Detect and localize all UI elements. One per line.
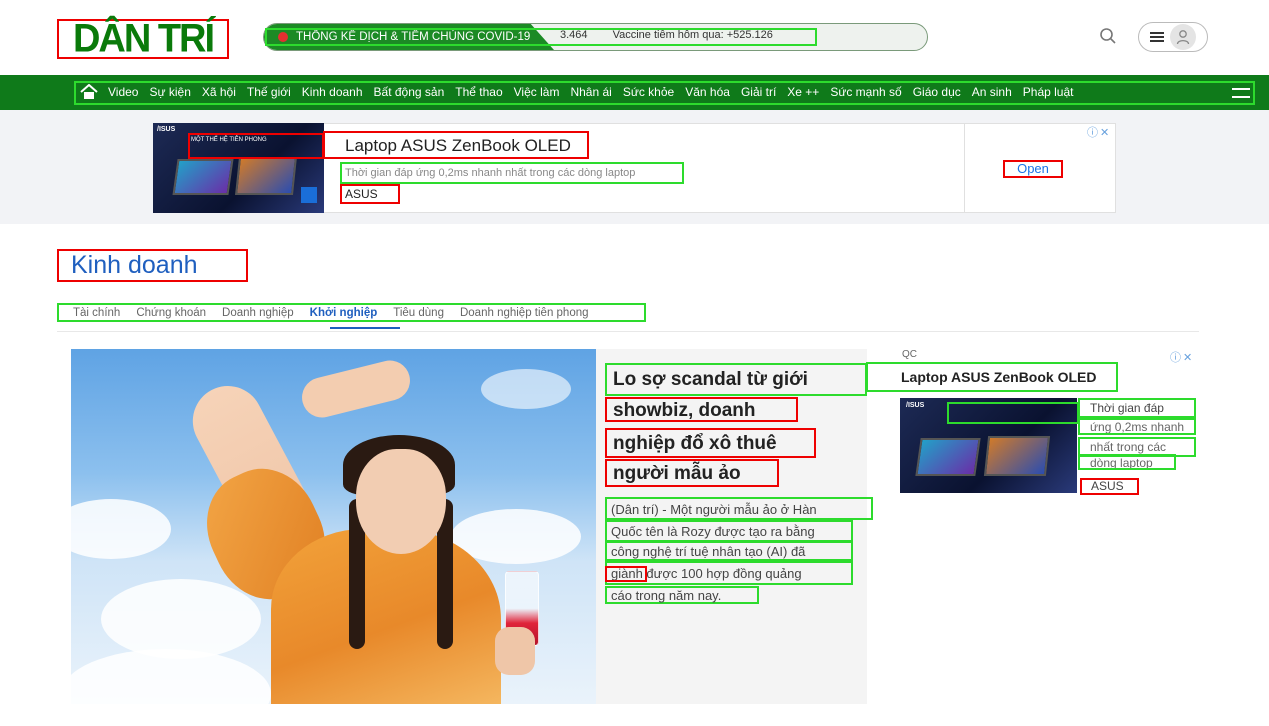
summary-highlight (605, 566, 647, 582)
side-ad-title[interactable]: Laptop ASUS ZenBook OLED (866, 362, 1118, 392)
nav-items: Video Sự kiện Xã hội Thế giới Kinh doanh Bất … (80, 84, 1085, 100)
side-ad-desc-line: ứng 0,2ms nhanh (1078, 418, 1196, 435)
section-subtabs: Tài chính Chứng khoán Doanh nghiệp Khởi ngh… (57, 303, 646, 322)
nav-item[interactable]: Thể thao (455, 85, 502, 99)
subtab[interactable]: Khởi nghiệp (310, 307, 378, 319)
article-title-line[interactable]: Lo sợ scandal từ giới (605, 363, 867, 396)
nav-item[interactable]: Video (108, 85, 138, 99)
covid-stats-bar[interactable]: THỐNG KÊ DỊCH & TIÊM CHỦNG COVID-19 3.46… (263, 23, 928, 51)
ad-brand: ASUS (340, 184, 400, 204)
live-dot-icon (278, 32, 288, 42)
laptop-graphic (983, 436, 1051, 476)
home-icon[interactable] (80, 84, 98, 100)
intel-badge-icon (301, 187, 317, 203)
nav-item[interactable]: An sinh (972, 85, 1012, 99)
nav-item[interactable]: Bất động sản (374, 85, 445, 99)
article-title-line[interactable]: người mẫu ảo (605, 459, 779, 487)
covid-count: 3.464 (560, 29, 588, 41)
article-summary-line: cáo trong năm nay. (605, 586, 759, 604)
covid-vaccine: Vaccine tiêm hôm qua: +525.126 (612, 29, 773, 41)
person-body (271, 529, 501, 704)
nav-item[interactable]: Việc làm (514, 85, 560, 99)
ad-image-logo: /ISUS (906, 402, 925, 409)
article-summary-line: (Dân trí) - Một người mẫu ảo ở Hàn (605, 497, 873, 520)
main-nav: Video Sự kiện Xã hội Thế giới Kinh doanh Bất … (0, 75, 1269, 110)
subtab[interactable]: Tiêu dùng (393, 307, 444, 319)
side-ad-brand: ASUS (1080, 478, 1139, 495)
hamburger-icon (1150, 32, 1164, 42)
ad-image-logo: /ISUS (157, 126, 176, 133)
article-title-line[interactable]: showbiz, doanh (605, 397, 798, 422)
nav-item[interactable]: Sức khỏe (623, 85, 674, 99)
nav-item[interactable]: Thế giới (247, 85, 291, 99)
laptop-graphic (172, 159, 234, 195)
ad-title[interactable]: Laptop ASUS ZenBook OLED (323, 131, 589, 159)
nav-item[interactable]: Văn hóa (685, 85, 730, 99)
nav-item[interactable]: Sức mạnh số (830, 85, 901, 99)
nav-item[interactable]: Pháp luật (1023, 85, 1074, 99)
search-icon[interactable] (1099, 27, 1117, 45)
nav-item[interactable]: Giáo dục (913, 85, 961, 99)
laptop-graphic (235, 157, 297, 195)
subtab[interactable]: Doanh nghiệp tiên phong (460, 307, 589, 319)
side-ad-tagline-box (947, 402, 1079, 424)
side-ad-label: QC (902, 349, 917, 360)
side-ad-desc-line: dòng laptop (1078, 454, 1176, 470)
ad-close-icon[interactable]: ⓘ✕ (1087, 124, 1111, 140)
subtab[interactable]: Chứng khoán (136, 307, 206, 319)
active-tab-underline (330, 327, 400, 329)
ad-description: Thời gian đáp ứng 0,2ms nhanh nhất trong… (340, 162, 684, 184)
side-ad-desc-line: Thời gian đáp (1078, 398, 1196, 418)
ad-image-tagline-box (188, 133, 324, 159)
featured-image[interactable] (71, 349, 596, 704)
article-summary-line: công nghệ trí tuệ nhân tạo (AI) đã (605, 541, 853, 561)
user-icon (1170, 24, 1196, 50)
nav-item[interactable]: Nhân ái (570, 85, 611, 99)
site-logo[interactable]: DÂN TRÍ (57, 16, 229, 61)
section-title[interactable]: Kinh doanh (57, 249, 248, 282)
account-menu-button[interactable] (1138, 22, 1208, 52)
person-hand (297, 356, 415, 422)
subtab[interactable]: Tài chính (73, 307, 120, 319)
nav-item[interactable]: Sự kiện (149, 85, 190, 99)
covid-label-block: THỐNG KÊ DỊCH & TIÊM CHỦNG COVID-19 (264, 24, 554, 50)
side-ad-close-icon[interactable]: ⓘ✕ (1170, 349, 1194, 365)
nav-item[interactable]: Xe ++ (787, 85, 819, 99)
article-summary-line: Quốc tên là Rozy được tạo ra bằng (605, 520, 853, 542)
menu-icon[interactable] (1232, 88, 1250, 98)
section-divider (57, 331, 1199, 332)
ad-open-button[interactable]: Open (1003, 160, 1063, 178)
article-title-line[interactable]: nghiệp đổ xô thuê (605, 428, 816, 458)
subtab[interactable]: Doanh nghiệp (222, 307, 294, 319)
ad-divider (964, 123, 965, 213)
nav-item[interactable]: Xã hội (202, 85, 236, 99)
covid-title: THỐNG KÊ DỊCH & TIÊM CHỦNG COVID-19 (296, 31, 531, 43)
nav-item[interactable]: Giải trí (741, 85, 776, 99)
laptop-graphic (915, 438, 981, 476)
logo-text: DÂN TRÍ (72, 16, 215, 61)
person-hand (495, 627, 535, 675)
person-head (356, 449, 446, 554)
site-header: DÂN TRÍ THỐNG KÊ DỊCH & TIÊM CHỦNG COVID… (0, 0, 1269, 75)
nav-item[interactable]: Kinh doanh (302, 85, 363, 99)
covid-stats: 3.464 Vaccine tiêm hôm qua: +525.126 (560, 29, 795, 41)
